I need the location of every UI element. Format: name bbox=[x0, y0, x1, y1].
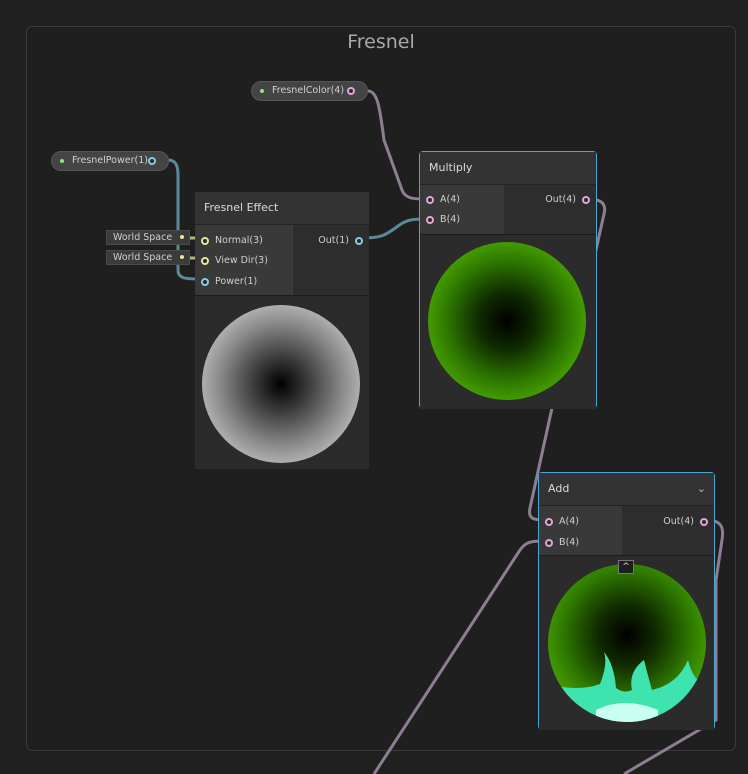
property-dot-icon bbox=[60, 159, 64, 163]
add-ports: A(4) B(4) Out(4) bbox=[539, 506, 714, 556]
add-preview-overlay bbox=[548, 652, 706, 722]
viewdir-space-dropdown[interactable]: World Space bbox=[106, 250, 190, 265]
property-dot-icon bbox=[260, 89, 264, 93]
add-a-input-port[interactable]: A(4) bbox=[545, 515, 579, 529]
multiply-preview bbox=[420, 235, 596, 409]
add-header[interactable]: Add ⌄ bbox=[539, 473, 714, 506]
fresnel-effect-title[interactable]: Fresnel Effect bbox=[195, 192, 369, 225]
group-title[interactable]: Fresnel bbox=[27, 31, 735, 53]
power-input-port[interactable]: Power(1) bbox=[201, 275, 257, 289]
normal-space-port[interactable] bbox=[180, 235, 184, 239]
multiply-preview-sphere bbox=[428, 242, 586, 400]
fresnel-preview-sphere bbox=[202, 305, 360, 463]
add-preview-sphere bbox=[548, 564, 706, 722]
add-output-port[interactable]: Out(4) bbox=[663, 515, 708, 529]
normal-space-value: World Space bbox=[113, 232, 173, 243]
viewdir-space-port[interactable] bbox=[180, 255, 184, 259]
add-preview bbox=[539, 556, 714, 730]
fresnel-effect-node[interactable]: Fresnel Effect Normal(3) View Dir(3) Pow… bbox=[195, 192, 369, 469]
add-title: Add bbox=[548, 482, 570, 495]
fresnel-preview bbox=[195, 296, 369, 469]
viewdir-input-port[interactable]: View Dir(3) bbox=[201, 254, 268, 268]
fresnel-output-port[interactable]: Out(1) bbox=[318, 234, 363, 248]
fresnel-color-property[interactable]: FresnelColor(4) bbox=[251, 81, 368, 101]
fresnel-power-label: FresnelPower(1) bbox=[72, 155, 148, 166]
multiply-a-input-port[interactable]: A(4) bbox=[426, 193, 460, 207]
add-node[interactable]: Add ⌄ A(4) B(4) Out(4) bbox=[538, 472, 715, 730]
normal-input-port[interactable]: Normal(3) bbox=[201, 234, 263, 248]
collapse-preview-button[interactable]: ^ bbox=[618, 560, 634, 574]
fresnel-color-output-port[interactable] bbox=[347, 87, 355, 95]
fresnel-power-output-port[interactable] bbox=[148, 157, 156, 165]
multiply-ports: A(4) B(4) Out(4) bbox=[420, 185, 596, 235]
normal-space-dropdown[interactable]: World Space bbox=[106, 230, 190, 245]
add-b-input-port[interactable]: B(4) bbox=[545, 536, 579, 550]
multiply-b-input-port[interactable]: B(4) bbox=[426, 213, 460, 227]
multiply-title[interactable]: Multiply bbox=[420, 152, 596, 185]
multiply-node[interactable]: Multiply A(4) B(4) Out(4) bbox=[419, 151, 597, 409]
fresnel-power-property[interactable]: FresnelPower(1) bbox=[51, 151, 169, 171]
fresnel-ports: Normal(3) View Dir(3) Power(1) Out(1) bbox=[195, 225, 369, 296]
chevron-down-icon[interactable]: ⌄ bbox=[697, 473, 706, 505]
multiply-output-port[interactable]: Out(4) bbox=[545, 193, 590, 207]
fresnel-color-label: FresnelColor(4) bbox=[272, 85, 345, 96]
viewdir-space-value: World Space bbox=[113, 252, 173, 263]
